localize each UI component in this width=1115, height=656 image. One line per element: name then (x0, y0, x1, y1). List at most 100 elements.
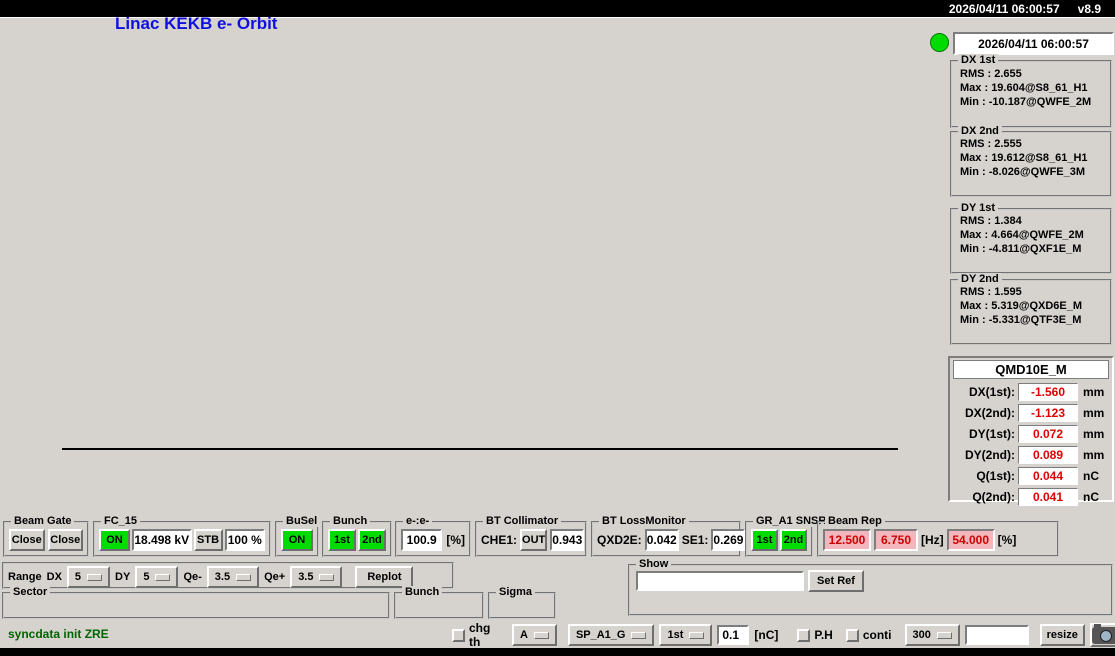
se1-value: 0.269 (711, 529, 746, 551)
range-qep-dropdown[interactable]: 3.5 (290, 566, 343, 588)
replot-button[interactable]: Replot (355, 566, 414, 588)
stat-group-title: DY 2nd (958, 273, 1002, 285)
sigma-group: Sigma (488, 586, 556, 619)
gr-a1-1st-button[interactable]: 1st (751, 529, 778, 551)
timestamp-box: 2026/04/11 06:00:57 (953, 32, 1114, 55)
range-qep-label: Qe+ (264, 571, 286, 583)
points-dropdown[interactable]: 300 (904, 624, 960, 646)
page-title: Linac KEKB e- Orbit (115, 14, 278, 33)
beam-rep-value-1: 12.500 (823, 529, 871, 551)
dropdown-dash-icon (936, 631, 952, 639)
stat-group-dy-2nd: DY 2nd RMS : 1.595 Max : 5.319@QXD6E_M M… (950, 273, 1112, 345)
chg-th-checkbox[interactable] (452, 628, 465, 642)
bunch-2nd-button[interactable]: 2nd (358, 529, 386, 551)
monitor-row: DX(1st): -1.560 mm (968, 382, 1105, 401)
busel-group: BuSel ON (275, 515, 321, 557)
range-dx-label: DX (46, 571, 62, 583)
screenshot-button[interactable] (1089, 623, 1115, 647)
status-led-icon (930, 33, 949, 52)
bt-collimator-group: BT Collimator CHE1: OUT 0.943 (475, 515, 587, 557)
monitor-title: QMD10E_M (953, 360, 1109, 379)
se1-label: SE1: (681, 533, 709, 547)
chg-th-checkbox-item[interactable]: chg th (452, 621, 499, 649)
qxd2e-value: 0.042 (644, 529, 679, 551)
conti-checkbox-item[interactable]: conti (845, 628, 892, 642)
range-dx-dropdown[interactable]: 5 (66, 566, 111, 588)
range-group: Range DX 5 DY 5 Qe- 3.5 Qe+ 3.5 Replot (2, 562, 454, 589)
che1-value: 0.943 (550, 529, 585, 551)
stat-group-dy-1st: DY 1st RMS : 1.384 Max : 4.664@QWFE_2M M… (950, 202, 1112, 274)
status-message: syncdata init ZRE (8, 627, 109, 641)
fc15-on-button[interactable]: ON (99, 529, 130, 551)
range-dy-label: DY (115, 571, 131, 583)
application-window: 2026/04/11 06:00:57 v8.9 Linac KEKB e- O… (0, 0, 1115, 656)
resize-button[interactable]: resize (1039, 624, 1085, 646)
monitor-row: DX(2nd): -1.123 mm (965, 403, 1105, 422)
stat-group-dx-2nd: DX 2nd RMS : 2.555 Max : 19.612@S8_61_H1… (950, 125, 1112, 197)
range-qem-label: Qe- (183, 571, 202, 583)
range-label: Range (8, 571, 42, 583)
sector-group: Sector (2, 586, 390, 619)
ref-name-input[interactable] (636, 571, 804, 591)
beam-rep-pct-label: [%] (997, 533, 1017, 547)
dropdown-dash-icon (319, 573, 335, 581)
ee-ratio-group: e-:e- 100.9 [%] (395, 515, 471, 557)
bt-lossmonitor-group: BT LossMonitor QXD2E: 0.042 SE1: 0.269 (591, 515, 746, 557)
threshold-controls: chg th A SP_A1_G 1st [nC] P.H conti 300 … (452, 621, 1115, 649)
nc-unit-label: [nC] (754, 628, 779, 642)
dropdown-dash-icon (631, 631, 647, 639)
camera-icon (1091, 623, 1115, 644)
max-label: Max : (960, 82, 989, 94)
che1-label: CHE1: (481, 533, 518, 547)
sp-select-dropdown[interactable]: SP_A1_G (567, 624, 655, 646)
timestamp: 2026/04/11 06:00:57 (978, 36, 1089, 51)
monitor-row: Q(2nd): 0.041 nC (972, 487, 1099, 506)
dropdown-dash-icon (689, 631, 705, 639)
gr-a1-snsr-group: GR_A1 SNSR 1st 2nd (745, 515, 830, 557)
stat-group-dx-1st: DX 1st RMS : 2.655 Max : 19.604@S8_61_H1… (950, 54, 1112, 128)
beam-rep-group: Beam Rep 12.500 6.750 [Hz] 54.000 [%] (817, 515, 1059, 557)
fc15-group: FC_15 ON 18.498 kV STB 100 % (93, 515, 271, 557)
stat-group-title: DX 2nd (958, 125, 1002, 137)
ee-ratio-value: 100.9 (401, 529, 443, 551)
range-qem-dropdown[interactable]: 3.5 (206, 566, 260, 588)
beam-rep-value-3: 54.000 (946, 529, 995, 551)
bunch-select-group: Bunch (394, 586, 484, 619)
range-dy-dropdown[interactable]: 5 (135, 566, 179, 588)
monitor-panel: QMD10E_M DX(1st): -1.560 mm DX(2nd): -1.123 m… (948, 356, 1114, 506)
dropdown-dash-icon (155, 573, 171, 581)
gr-a1-2nd-button[interactable]: 2nd (780, 529, 807, 551)
min-value: -10.187@QWFE_2M (988, 96, 1092, 108)
show-group: Show Set Ref (628, 558, 1113, 616)
stat-group-title: DY 1st (958, 202, 999, 214)
ph-checkbox[interactable] (797, 628, 811, 642)
titlebar-datetime: 2026/04/11 06:00:57 (948, 1, 1060, 16)
bunch-1st-button[interactable]: 1st (328, 529, 356, 551)
stat-group-title: DX 1st (958, 54, 999, 66)
bottom-bar (0, 648, 1115, 656)
beam-rep-value-2: 6.750 (874, 529, 918, 551)
bunch-select-dropdown[interactable]: 1st (659, 624, 713, 646)
rms-label: RMS : (960, 68, 992, 80)
min-label: Min : (960, 96, 986, 108)
monitor-row: Q(1st): 0.044 nC (976, 466, 1099, 485)
beam-gate-close-1-button[interactable]: Close (9, 529, 45, 551)
max-value: 19.604@S8_61_H1 (991, 82, 1088, 94)
ph-checkbox-item[interactable]: P.H (797, 628, 833, 642)
extra-input[interactable] (964, 625, 1029, 645)
beam-gate-close-2-button[interactable]: Close (47, 529, 83, 551)
fc15-stb-button[interactable]: STB (193, 529, 223, 551)
threshold-input[interactable] (717, 625, 750, 645)
busel-on-button[interactable]: ON (281, 529, 313, 551)
titlebar-version: v8.9 (1077, 1, 1101, 16)
monitor-row: DY(2nd): 0.089 mm (965, 445, 1105, 464)
th-a-dropdown[interactable]: A (511, 624, 557, 646)
element-name-labels (62, 450, 898, 513)
ee-ratio-unit: [%] (446, 533, 465, 547)
set-ref-button[interactable]: Set Ref (808, 570, 864, 592)
dropdown-dash-icon (87, 573, 103, 581)
conti-checkbox[interactable] (845, 628, 859, 642)
fc15-kv-value: 18.498 kV (131, 529, 192, 551)
rms-value: 2.655 (994, 68, 1022, 80)
che1-out-button[interactable]: OUT (520, 529, 548, 551)
